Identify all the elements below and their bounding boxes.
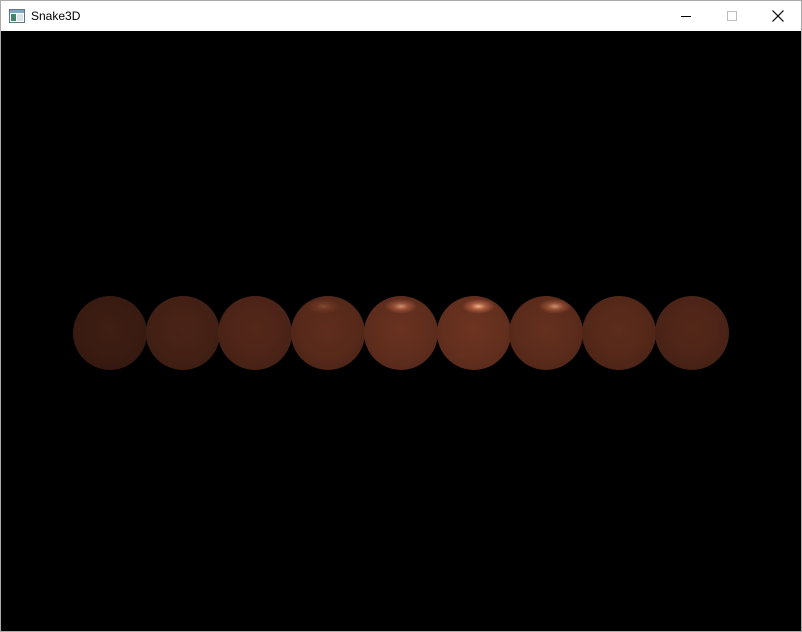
minimize-icon	[681, 16, 691, 17]
app-window-icon	[9, 9, 25, 23]
snake-segment	[218, 296, 293, 370]
close-icon	[772, 10, 784, 22]
snake-segment	[291, 296, 366, 370]
title-bar[interactable]: Snake3D	[1, 1, 801, 31]
snake-segment	[654, 296, 729, 370]
maximize-button[interactable]	[709, 1, 755, 31]
window-title: Snake3D	[31, 9, 81, 23]
game-viewport[interactable]	[1, 31, 801, 631]
maximize-icon	[727, 11, 737, 21]
minimize-button[interactable]	[663, 1, 709, 31]
snake-segment	[363, 296, 438, 370]
close-button[interactable]	[755, 1, 801, 31]
snake-segment	[436, 296, 511, 370]
snake-segment	[509, 296, 584, 370]
snake-segment	[581, 296, 656, 370]
app-window: Snake3D	[0, 0, 802, 632]
snake-segment	[145, 296, 220, 370]
snake-segment	[73, 296, 147, 370]
